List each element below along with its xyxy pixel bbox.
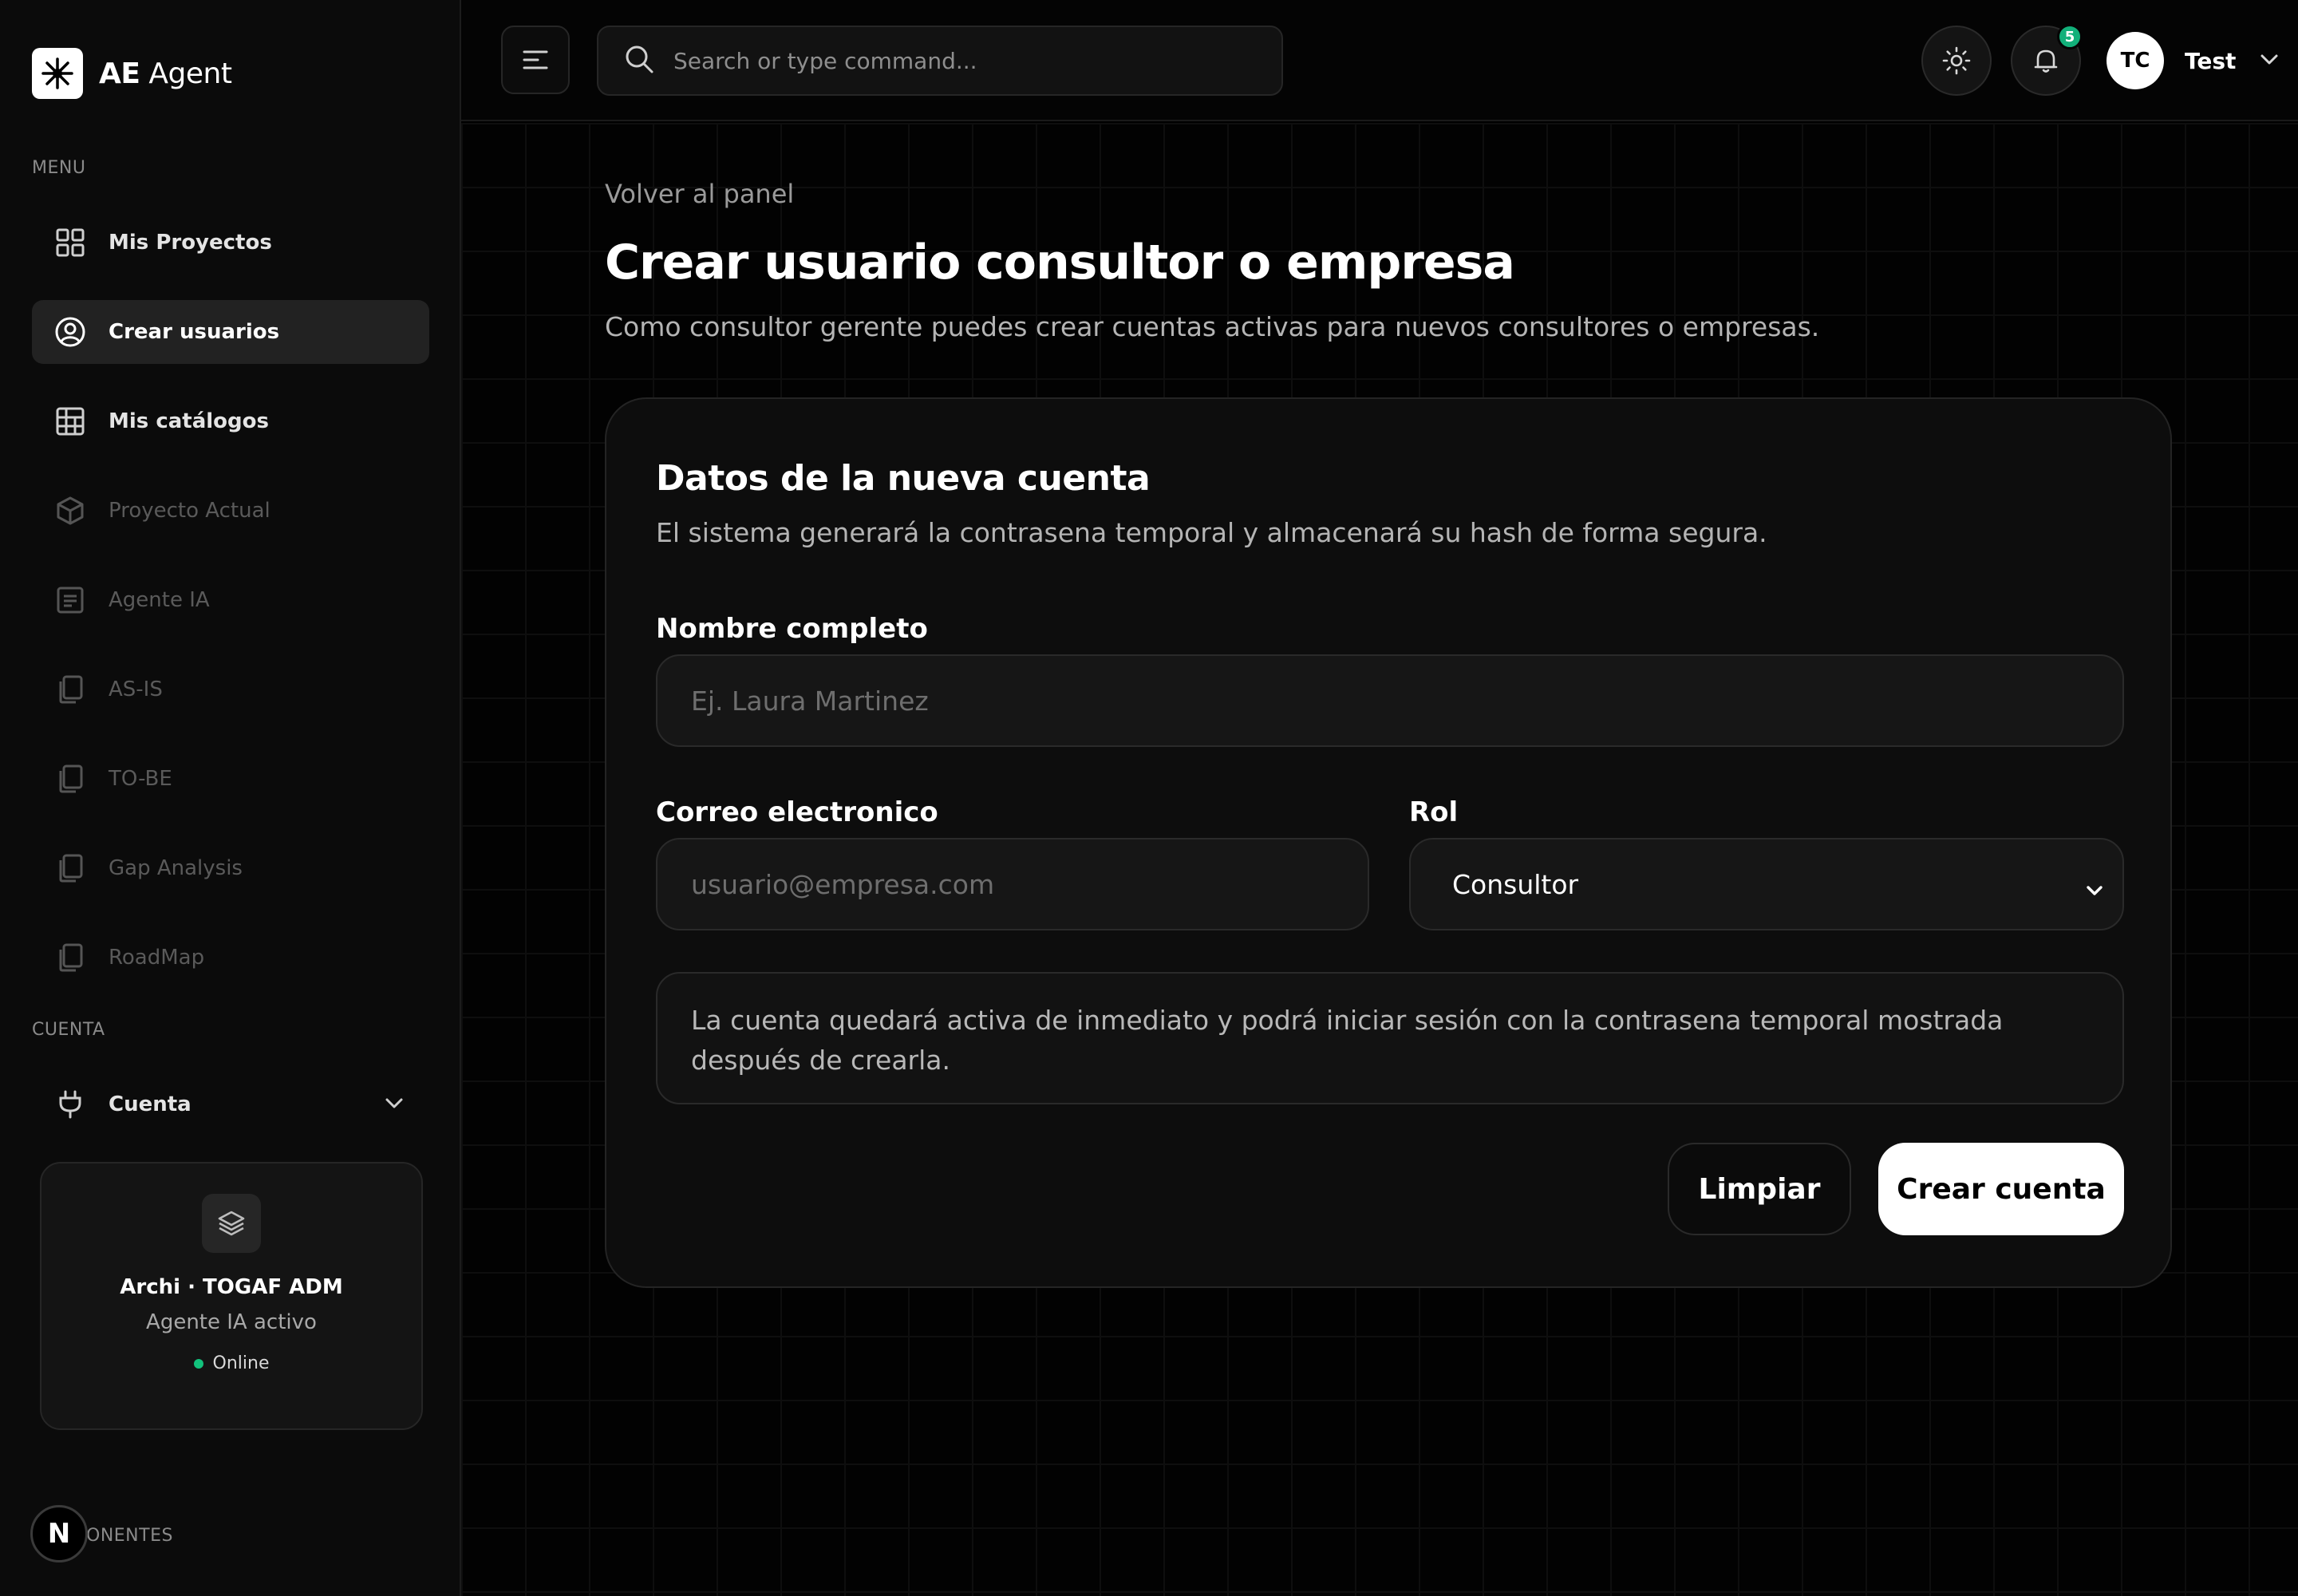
- grid-icon: [54, 227, 86, 259]
- sidebar-item-label: Proyecto Actual: [109, 499, 270, 523]
- search-icon: [624, 44, 654, 77]
- menu-lines-icon: [523, 50, 548, 69]
- page-title: Crear usuario consultor o empresa: [605, 235, 1515, 290]
- sidebar-item-proyecto-actual[interactable]: Proyecto Actual: [32, 479, 429, 543]
- user-circle-icon: [54, 316, 86, 348]
- sun-icon: [1942, 46, 1971, 75]
- agent-status-label: Online: [212, 1353, 270, 1373]
- sidebar-item-label: Mis catálogos: [109, 409, 269, 433]
- agent-status: Online: [41, 1353, 421, 1373]
- notification-count-badge: 5: [2057, 24, 2083, 49]
- sidebar-item-mis-proyectos[interactable]: Mis Proyectos: [32, 211, 429, 275]
- full-name-label: Nombre completo: [656, 613, 928, 645]
- layers-icon: [202, 1194, 261, 1253]
- sidebar-item-label: Agente IA: [109, 588, 210, 612]
- theme-toggle-button[interactable]: [1921, 26, 1992, 96]
- brand-logo-icon: [32, 48, 83, 99]
- brand-name: AE Agent: [99, 57, 232, 90]
- sidebar-item-gap-analysis[interactable]: Gap Analysis: [32, 836, 429, 900]
- sidebar-item-mis-catalogos[interactable]: Mis catálogos: [32, 389, 429, 453]
- sidebar-item-label: Mis Proyectos: [109, 231, 272, 255]
- copy-icon: [54, 674, 86, 705]
- agent-card: Archi · TOGAF ADM Agente IA activo Onlin…: [40, 1162, 423, 1430]
- card-subtitle: El sistema generará la contrasena tempor…: [656, 517, 1767, 548]
- main-content: Volver al panel Crear usuario consultor …: [461, 123, 2298, 1596]
- agent-title: Archi · TOGAF ADM: [120, 1275, 343, 1299]
- table-icon: [54, 405, 86, 437]
- sidebar: AE Agent MENU Mis Proyectos Crear usuari…: [0, 0, 461, 1596]
- search-bar[interactable]: Search or type command...: [597, 26, 1283, 96]
- avatar: TC: [2106, 32, 2164, 89]
- create-account-button[interactable]: Crear cuenta: [1878, 1143, 2124, 1235]
- sidebar-item-crear-usuarios[interactable]: Crear usuarios: [32, 300, 429, 364]
- back-to-dashboard-link[interactable]: Volver al panel: [605, 179, 794, 209]
- status-dot-icon: [193, 1358, 203, 1369]
- menu-toggle-button[interactable]: [501, 26, 570, 94]
- copy-icon: [54, 942, 86, 974]
- sidebar-item-cuenta[interactable]: Cuenta: [32, 1073, 429, 1136]
- role-selected-value: Consultor: [1452, 868, 1579, 900]
- agent-subtitle: Agente IA activo: [146, 1310, 317, 1334]
- email-label: Correo electronico: [656, 796, 938, 828]
- search-input[interactable]: Search or type command...: [673, 48, 977, 74]
- topbar: Search or type command... 5 TC Test: [461, 0, 2298, 121]
- user-name: Test: [2185, 47, 2237, 74]
- activation-notice: La cuenta quedará activa de inmediato y …: [656, 972, 2124, 1104]
- copy-icon: [54, 852, 86, 884]
- chevron-down-icon: [2084, 876, 2105, 907]
- sidebar-item-label: Crear usuarios: [109, 320, 280, 344]
- sidebar-item-label: RoadMap: [109, 946, 205, 970]
- sidebar-item-label: TO-BE: [109, 767, 172, 791]
- sidebar-item-as-is[interactable]: AS-IS: [32, 658, 429, 721]
- card-title: Datos de la nueva cuenta: [656, 458, 1151, 499]
- notifications-button[interactable]: 5: [2011, 24, 2083, 96]
- sidebar-item-to-be[interactable]: TO-BE: [32, 747, 429, 811]
- full-name-input[interactable]: Ej. Laura Martinez: [656, 654, 2124, 747]
- user-menu[interactable]: TC Test: [2106, 32, 2280, 89]
- bell-icon: [2034, 49, 2058, 73]
- sidebar-item-roadmap[interactable]: RoadMap: [32, 926, 429, 990]
- email-placeholder: usuario@empresa.com: [691, 868, 995, 900]
- sidebar-item-label: Cuenta: [109, 1092, 192, 1116]
- role-label: Rol: [1409, 796, 1459, 828]
- copy-icon: [54, 763, 86, 795]
- clear-button[interactable]: Limpiar: [1668, 1143, 1851, 1235]
- full-name-placeholder: Ej. Laura Martinez: [691, 685, 929, 717]
- sidebar-item-label: AS-IS: [109, 678, 163, 701]
- new-account-form-card: Datos de la nueva cuenta El sistema gene…: [605, 397, 2172, 1288]
- document-lines-icon: [54, 584, 86, 616]
- sidebar-item-label: Gap Analysis: [109, 856, 243, 880]
- menu-section-title: MENU: [32, 158, 86, 178]
- components-section-title: ONENTES: [86, 1526, 173, 1546]
- page-subtitle: Como consultor gerente puedes crear cuen…: [605, 311, 1820, 342]
- plug-icon: [54, 1088, 86, 1120]
- box-icon: [54, 495, 86, 527]
- chevron-down-icon: [2258, 48, 2280, 73]
- chevron-down-icon[interactable]: [383, 1092, 405, 1114]
- brand[interactable]: AE Agent: [32, 48, 232, 99]
- email-input[interactable]: usuario@empresa.com: [656, 838, 1369, 930]
- next-dev-badge[interactable]: N: [30, 1505, 88, 1562]
- account-section-title: CUENTA: [32, 1020, 105, 1040]
- sidebar-item-agente-ia[interactable]: Agente IA: [32, 568, 429, 632]
- role-select[interactable]: Consultor: [1409, 838, 2124, 930]
